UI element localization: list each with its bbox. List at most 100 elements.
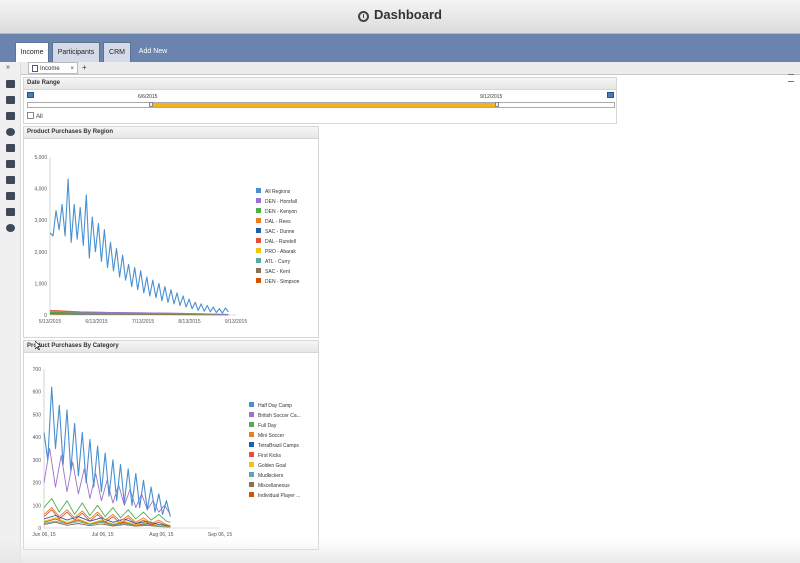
- all-checkbox-label: All: [36, 114, 43, 120]
- tab-crm-label: CRM: [109, 49, 125, 56]
- tab-participants-label: Participants: [57, 49, 95, 56]
- add-subtab-button[interactable]: +: [82, 62, 87, 74]
- y-tick-label: 5,000: [34, 155, 47, 161]
- legend-item[interactable]: SAC - Dunne: [256, 227, 299, 237]
- legend-swatch: [256, 238, 261, 243]
- legend-label: Miscellaneous: [258, 483, 290, 489]
- legend-swatch: [249, 462, 254, 467]
- tab-income[interactable]: Income: [15, 42, 49, 62]
- legend-swatch: [256, 248, 261, 253]
- legend-item[interactable]: Full Day: [249, 421, 301, 431]
- grid-icon[interactable]: [6, 176, 15, 184]
- legend-label: DEN - Simpson: [265, 279, 300, 285]
- date-range-selection[interactable]: [151, 103, 497, 107]
- legend-label: ATL - Curry: [265, 259, 291, 265]
- legend-swatch: [249, 472, 254, 477]
- date-range-title: Date Range: [24, 78, 616, 90]
- legend-swatch: [256, 208, 261, 213]
- legend-item[interactable]: All Regions: [256, 187, 299, 197]
- legend-item[interactable]: SAC - Kent: [256, 267, 299, 277]
- legend-label: Mini Soccer: [258, 433, 285, 439]
- all-checkbox[interactable]: [27, 112, 34, 119]
- expand-icon[interactable]: »: [6, 64, 15, 72]
- legend-swatch: [256, 188, 261, 193]
- date-range-end-handle[interactable]: [494, 102, 499, 107]
- calendar-start-icon[interactable]: [27, 92, 34, 98]
- legend-label: DEN - Horsfall: [265, 199, 297, 205]
- copy-icon[interactable]: [6, 192, 15, 200]
- gear-icon[interactable]: [6, 224, 15, 232]
- window-title: Dashboard: [374, 7, 442, 22]
- print-icon[interactable]: [6, 208, 15, 216]
- date-range-slider[interactable]: [27, 102, 615, 108]
- save-icon[interactable]: [6, 112, 15, 120]
- legend-item[interactable]: ATL - Curry: [256, 257, 299, 267]
- legend-item[interactable]: PRO - Abarak: [256, 247, 299, 257]
- new-document-icon[interactable]: [6, 80, 15, 88]
- y-tick-label: 400: [33, 435, 42, 441]
- category-chart-legend: Half Day Camp British Soccer Ca... Full Da…: [249, 401, 301, 501]
- legend-swatch: [249, 492, 254, 497]
- subtab-income-label: Income: [40, 66, 60, 72]
- legend-item[interactable]: TetraBrazil Camps: [249, 441, 301, 451]
- legend-item[interactable]: First Kicks: [249, 451, 301, 461]
- legend-item[interactable]: Miscellaneous: [249, 481, 301, 491]
- x-tick-label: 8/13/2015: [178, 319, 200, 325]
- legend-item[interactable]: Mini Soccer: [249, 431, 301, 441]
- close-icon[interactable]: ×: [70, 63, 74, 75]
- x-tick-label: 6/13/2015: [85, 319, 107, 325]
- category-chart-title: Product Purchases By Category: [24, 341, 318, 353]
- x-tick-label: Aug 06, 15: [149, 532, 173, 538]
- date-range-start: 6/6/2015: [138, 94, 158, 100]
- x-tick-label: Sep 06, 15: [208, 532, 232, 538]
- legend-label: TetraBrazil Camps: [258, 443, 299, 449]
- date-range-start-handle[interactable]: [149, 102, 154, 107]
- legend-item[interactable]: Individual Player ...: [249, 491, 301, 501]
- tab-crm[interactable]: CRM: [103, 42, 131, 62]
- legend-item[interactable]: DAL - Rees: [256, 217, 299, 227]
- y-tick-label: 600: [33, 390, 42, 396]
- tab-participants[interactable]: Participants: [52, 42, 100, 62]
- legend-item[interactable]: Half Day Camp: [249, 401, 301, 411]
- legend-item[interactable]: Mudkickers: [249, 471, 301, 481]
- legend-item[interactable]: British Soccer Ca...: [249, 411, 301, 421]
- legend-item[interactable]: DEN - Simpson: [256, 277, 299, 287]
- x-tick-label: 9/13/2015: [225, 319, 247, 325]
- y-tick-label: 2,000: [34, 250, 47, 256]
- filter-icon[interactable]: [6, 160, 15, 168]
- refresh-icon[interactable]: [6, 128, 15, 136]
- legend-label: Golden Goal: [258, 463, 287, 469]
- legend-item[interactable]: Golden Goal: [249, 461, 301, 471]
- legend-label: DEN - Kenyon: [265, 209, 297, 215]
- y-tick-label: 1,000: [34, 281, 47, 287]
- tab-add-new[interactable]: Add New: [134, 42, 172, 62]
- legend-swatch: [256, 218, 261, 223]
- subtab-bar: Income × +: [0, 62, 800, 75]
- region-chart-title: Product Purchases By Region: [24, 127, 318, 139]
- legend-swatch: [256, 278, 261, 283]
- legend-swatch: [249, 412, 254, 417]
- legend-item[interactable]: DEN - Horsfall: [256, 197, 299, 207]
- legend-swatch: [256, 258, 261, 263]
- tab-bar: Income Participants CRM Add New: [0, 34, 800, 62]
- x-tick-label: Jul 06, 15: [92, 532, 114, 538]
- series-line: [49, 178, 229, 314]
- subtab-income[interactable]: Income ×: [28, 62, 78, 74]
- image-icon[interactable]: [6, 144, 15, 152]
- series-line: [43, 386, 171, 517]
- calendar-end-icon[interactable]: [607, 92, 614, 98]
- all-checkbox-wrap[interactable]: All: [27, 112, 43, 120]
- y-tick-label: 700: [33, 367, 42, 373]
- tab-add-new-label: Add New: [138, 48, 168, 55]
- x-tick-label: 7/13/2015: [132, 319, 154, 325]
- x-tick-label: 5/13/2015: [39, 319, 61, 325]
- legend-label: DAL - Rundell: [265, 239, 296, 245]
- open-folder-icon[interactable]: [6, 96, 15, 104]
- legend-item[interactable]: DAL - Rundell: [256, 237, 299, 247]
- x-tick-label: Jun 06, 15: [32, 532, 56, 538]
- menu-icon[interactable]: [788, 74, 794, 82]
- legend-item[interactable]: DEN - Kenyon: [256, 207, 299, 217]
- title-bar: Dashboard: [0, 0, 800, 34]
- y-tick-label: 4,000: [34, 187, 47, 193]
- legend-label: PRO - Abarak: [265, 249, 296, 255]
